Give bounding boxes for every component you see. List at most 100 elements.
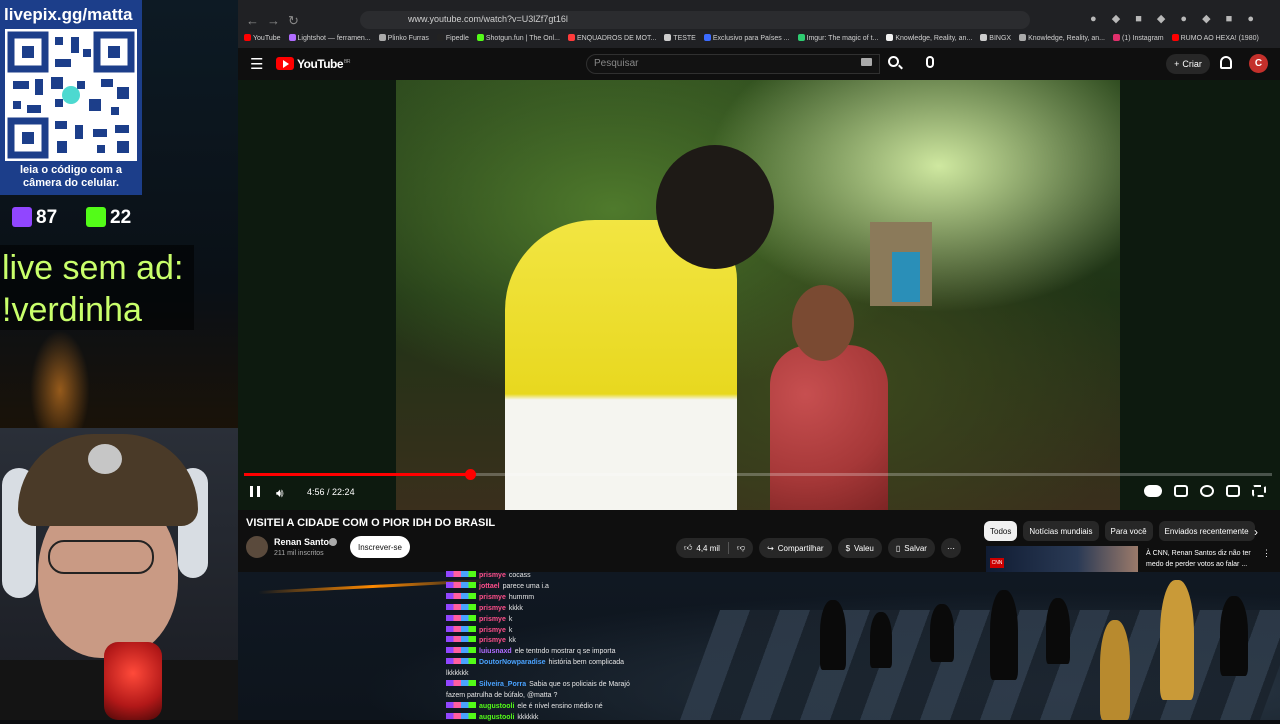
- plus-icon: +: [1174, 59, 1180, 69]
- channel-subscribers: 211 mil inscritos: [274, 550, 324, 557]
- chat-username[interactable]: luiusnaxd: [479, 648, 512, 655]
- bookmark-favicon-icon: [1113, 34, 1120, 41]
- chevron-right-icon[interactable]: ›: [1254, 525, 1258, 539]
- chat-message: augustooli ele é nível ensino médio né: [446, 701, 646, 713]
- chip-all[interactable]: Todos: [984, 521, 1018, 541]
- chess-piece-black-1: [820, 600, 846, 670]
- bookmark-item[interactable]: Knowledge, Reality, an...: [886, 34, 972, 46]
- volume-icon[interactable]: 🔊︎: [276, 486, 284, 501]
- theater-mode-icon[interactable]: [1226, 485, 1240, 497]
- chat-username[interactable]: Silveira_Porra: [479, 681, 526, 688]
- bookmark-item[interactable]: Imgur: The magic of t...: [797, 34, 878, 46]
- keyboard-icon[interactable]: [861, 58, 872, 66]
- chat-username[interactable]: augustooli: [479, 703, 514, 710]
- chat-username[interactable]: prismye: [479, 594, 506, 601]
- bookmark-item[interactable]: Knowledge, Reality, an...: [1019, 34, 1105, 46]
- chat-username[interactable]: prismye: [479, 637, 506, 644]
- browser-nav-icons[interactable]: ←→↻: [246, 13, 307, 29]
- progress-bar-fill: [244, 473, 471, 476]
- autoplay-toggle[interactable]: [1144, 485, 1162, 497]
- chat-badges-icon: [446, 614, 476, 621]
- menu-icon[interactable]: ☰: [250, 55, 263, 73]
- live-ad-line-2: !verdinha: [2, 291, 142, 329]
- bookmark-item[interactable]: Lightshot — ferramen...: [288, 34, 371, 46]
- player-controls-right: [1144, 485, 1266, 497]
- bookmark-item[interactable]: TESTE: [664, 34, 696, 46]
- thumbs-up-icon: 👍︎: [684, 543, 693, 552]
- chess-piece-black-2: [870, 612, 892, 668]
- bookmark-label: Shotgun.fun | The Onl...: [485, 35, 560, 42]
- address-url[interactable]: www.youtube.com/watch?v=U3lZf7gt16l: [408, 14, 568, 24]
- chip-world-news[interactable]: Notícias mundiais: [1023, 521, 1099, 541]
- video-actions: 👍︎ 4,4 mil 👎︎ ↪ Compartilhar $ Valeu ▯ Salvar…: [676, 538, 961, 558]
- recommendation-title[interactable]: À CNN, Renan Santos diz não ter medo de …: [1146, 548, 1258, 570]
- bookmark-favicon-icon: [703, 34, 711, 41]
- chat-username[interactable]: prismye: [479, 605, 506, 612]
- bookmark-item[interactable]: RUMO AO HEXA! (1980): [1171, 34, 1259, 46]
- channel-avatar[interactable]: [246, 536, 268, 558]
- thanks-icon: $: [845, 543, 851, 553]
- chip-recently-uploaded[interactable]: Enviados recentemente: [1158, 521, 1255, 541]
- bookmark-item[interactable]: Fipedle: [436, 34, 469, 46]
- chat-badges-icon: [446, 571, 476, 577]
- chat-username[interactable]: prismye: [479, 627, 506, 634]
- chat-message: lkkkkkk: [446, 669, 646, 680]
- kick-icon: [86, 207, 106, 227]
- subtitles-icon[interactable]: [1174, 485, 1188, 497]
- bookmark-item[interactable]: YouTube: [244, 34, 281, 46]
- browser-extensions-icons[interactable]: ● ◆ ■ ◆ ● ◆ ■ ●: [1090, 12, 1260, 25]
- youtube-play-icon: [283, 60, 289, 68]
- more-actions-button[interactable]: ⋯: [940, 538, 961, 558]
- chat-message: luiusnaxd ele tentndo mostrar q se import…: [446, 647, 646, 658]
- share-icon: ↪: [767, 543, 774, 553]
- chat-username[interactable]: prismye: [479, 616, 506, 623]
- thanks-button[interactable]: $ Valeu: [837, 538, 882, 558]
- youtube-logo-text[interactable]: YouTubeBR: [297, 57, 350, 71]
- bookmark-label: Exclusivo para Países ...: [712, 35, 790, 42]
- youtube-region-code: BR: [344, 59, 350, 65]
- like-button[interactable]: 👍︎ 4,4 mil 👎︎: [676, 538, 754, 558]
- chat-badges-icon: [446, 680, 476, 687]
- chat-message: fazem patrulha de búfalo, @matta ?: [446, 691, 646, 702]
- microphone-icon: [104, 642, 162, 720]
- kick-viewer-count: 22: [110, 207, 132, 228]
- like-divider: [727, 542, 729, 554]
- account-avatar[interactable]: C: [1249, 54, 1268, 73]
- bookmark-item[interactable]: Exclusivo para Países ...: [703, 34, 790, 46]
- notifications-bell-icon[interactable]: [1220, 56, 1232, 69]
- bookmark-item[interactable]: Plinko Furras: [378, 34, 429, 46]
- subscribe-button[interactable]: Inscrever-se: [350, 536, 410, 558]
- bookmark-label: ENQUADROS DE MOT...: [576, 35, 657, 42]
- chat-username[interactable]: jottael: [479, 583, 500, 590]
- save-button[interactable]: ▯ Salvar: [887, 538, 935, 558]
- settings-gear-icon[interactable]: [1200, 485, 1214, 497]
- stream-chat: prismye cocass jottael parece uma i.a prismy…: [446, 571, 646, 724]
- more-vert-icon[interactable]: ⋮: [1262, 548, 1271, 559]
- chat-text: lkkkkkk: [446, 670, 469, 678]
- create-button[interactable]: + Criar: [1166, 54, 1210, 74]
- chat-text: parece uma i.a: [502, 582, 549, 590]
- chat-message: jottael parece uma i.a: [446, 581, 646, 593]
- search-input[interactable]: Pesquisar: [594, 58, 638, 69]
- bookmark-favicon-icon: [1171, 34, 1179, 41]
- chip-for-you[interactable]: Para você: [1104, 521, 1153, 541]
- bookmark-item[interactable]: Shotgun.fun | The Onl...: [476, 34, 560, 46]
- bookmark-item[interactable]: BINGX: [980, 34, 1011, 46]
- video-blue-cloth: [892, 252, 920, 302]
- fullscreen-icon[interactable]: [1252, 485, 1266, 497]
- channel-name[interactable]: Renan Santos: [274, 537, 334, 547]
- chat-message: prismye cocass: [446, 571, 646, 582]
- pause-icon[interactable]: [250, 486, 260, 497]
- recommendation-thumbnail[interactable]: [986, 546, 1138, 572]
- bookmark-item[interactable]: (1) Instagram: [1113, 34, 1164, 46]
- share-button[interactable]: ↪ Compartilhar: [759, 538, 832, 558]
- bookmark-label: Fipedle: [445, 35, 469, 42]
- chat-username[interactable]: DoutorNowparadise: [479, 659, 546, 666]
- bookmark-item[interactable]: ENQUADROS DE MOT...: [567, 34, 657, 46]
- bookmark-label: RUMO AO HEXA! (1980): [1180, 35, 1259, 42]
- save-label: Salvar: [904, 543, 927, 553]
- chat-username[interactable]: prismye: [479, 572, 506, 579]
- voice-search-icon[interactable]: [926, 56, 934, 68]
- thumbs-down-icon[interactable]: 👎︎: [737, 543, 745, 553]
- bookmark-favicon-icon: [1019, 34, 1027, 41]
